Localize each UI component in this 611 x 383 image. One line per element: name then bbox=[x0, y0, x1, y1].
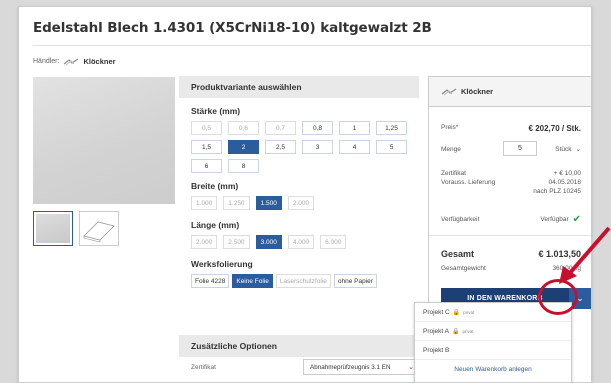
dealer-line: Händler: Klöckner bbox=[33, 57, 116, 66]
option-la-2[interactable]: 3.000 bbox=[255, 235, 282, 249]
option-st2-1[interactable]: 2 bbox=[228, 140, 259, 154]
delivery-label: Vorauss. Lieferung bbox=[441, 179, 496, 186]
availability-value: Verfügbar bbox=[540, 216, 569, 223]
thumbnail-drawing[interactable] bbox=[79, 211, 119, 246]
option-la-3[interactable]: 4.000 bbox=[287, 235, 315, 249]
lock-icon: 🔒 bbox=[452, 328, 460, 335]
option-br-0[interactable]: 1.000 bbox=[191, 196, 218, 210]
laenge-row: 2.000 2.500 3.000 4.000 6.000 bbox=[191, 235, 419, 249]
page-title: Edelstahl Blech 1.4301 (X5CrNi18-10) kal… bbox=[33, 20, 432, 36]
kloeckner-logo-icon bbox=[63, 58, 79, 66]
option-st1-2[interactable]: 0,7 bbox=[265, 121, 296, 135]
staerke-row-3: 68 bbox=[191, 159, 419, 173]
option-st1-3[interactable]: 0,8 bbox=[302, 121, 333, 135]
option-st2-3[interactable]: 3 bbox=[302, 140, 333, 154]
option-st3-1[interactable]: 8 bbox=[228, 159, 259, 173]
total-label: Gesamt bbox=[441, 249, 475, 259]
option-st1-5[interactable]: 1,25 bbox=[376, 121, 407, 135]
order-panel-header: Klöckner bbox=[429, 77, 591, 107]
cert-price: + € 10,00 bbox=[553, 170, 581, 177]
option-br-1[interactable]: 1.250 bbox=[223, 196, 250, 210]
extra-options: Zusätzliche Optionen bbox=[179, 335, 419, 357]
folierung-label: Werksfolierung bbox=[191, 259, 253, 269]
option-st2-0[interactable]: 1,5 bbox=[191, 140, 222, 154]
vendor-name: Klöckner bbox=[461, 87, 494, 96]
price-line: Preis* € 202,70 / Stk. bbox=[441, 124, 581, 133]
availability-label: Verfügbarkeit bbox=[441, 216, 480, 223]
unit-value: Stück bbox=[555, 146, 572, 153]
option-st1-0[interactable]: 0,5 bbox=[191, 121, 222, 135]
option-fo-3[interactable]: ohne Papier bbox=[333, 274, 377, 288]
product-image[interactable] bbox=[33, 77, 175, 204]
unit-select[interactable]: Stück ⌄ bbox=[555, 145, 581, 153]
annotation-arrow-icon bbox=[559, 226, 611, 284]
breite-row: 1.000 1.250 1.500 2.000 bbox=[191, 196, 419, 210]
price-label: Preis* bbox=[441, 124, 459, 131]
cart-dropdown-menu: Projekt C 🔒 privat Projekt A 🔒 privat Projek… bbox=[414, 302, 572, 383]
option-fo-1[interactable]: Keine Folie bbox=[232, 274, 273, 288]
delivery-labels: Zertifikat Vorauss. Lieferung bbox=[441, 169, 495, 187]
quantity-label: Menge bbox=[441, 146, 461, 153]
check-icon: ✔ bbox=[572, 214, 581, 225]
lock-icon: 🔒 bbox=[452, 309, 461, 316]
option-st1-1[interactable]: 0,6 bbox=[228, 121, 259, 135]
dealer-label: Händler: bbox=[33, 58, 60, 65]
cert-label: Zertifikat bbox=[441, 170, 466, 177]
option-la-4[interactable]: 6.000 bbox=[320, 235, 347, 249]
staerke-row-2: 1,5 2 2,5 3 4 5 bbox=[191, 140, 419, 154]
variant-header: Produktvariante auswählen bbox=[179, 76, 419, 98]
variant-panel: Produktvariante auswählen Stärke (mm) 0,… bbox=[179, 76, 419, 288]
option-la-0[interactable]: 2.000 bbox=[191, 235, 218, 249]
option-fo-0[interactable]: Folie 4228 bbox=[191, 274, 230, 288]
new-cart-link[interactable]: Neuen Warenkorb anlegen bbox=[415, 360, 571, 379]
delivery-plz: nach PLZ 10245 bbox=[533, 188, 581, 195]
option-fo-2[interactable]: Laserschutzfolie bbox=[275, 274, 331, 288]
extra-header: Zusätzliche Optionen bbox=[179, 335, 419, 357]
delivery-date: 04.05.2018 bbox=[548, 179, 581, 186]
folierung-row: Folie 4228 Keine Folie Laserschutzfolie ohn… bbox=[191, 274, 419, 288]
option-br-3[interactable]: 2.000 bbox=[287, 196, 315, 210]
staerke-label: Stärke (mm) bbox=[191, 106, 241, 116]
zertifikat-select[interactable]: Abnahmeprüfzeugnis 3.1 EN ⌄ bbox=[303, 359, 419, 375]
dropdown-item-projekt-a[interactable]: Projekt A 🔒 privat bbox=[415, 322, 571, 341]
dropdown-item-projekt-b[interactable]: Projekt B bbox=[415, 341, 571, 360]
dealer-name: Klöckner bbox=[83, 57, 116, 66]
zertifikat-value: Abnahmeprüfzeugnis 3.1 EN bbox=[310, 363, 391, 371]
staerke-row-1: 0,5 0,6 0,7 0,8 1 1,25 bbox=[191, 121, 419, 135]
price-value: € 202,70 / Stk. bbox=[528, 124, 581, 133]
breite-label: Breite (mm) bbox=[191, 181, 239, 191]
option-st1-4[interactable]: 1 bbox=[339, 121, 370, 135]
option-st2-2[interactable]: 2,5 bbox=[265, 140, 296, 154]
option-st2-4[interactable]: 4 bbox=[339, 140, 370, 154]
divider bbox=[33, 45, 591, 46]
delivery-values: + € 10,00 04.05.2018 nach PLZ 10245 bbox=[533, 169, 581, 196]
option-la-1[interactable]: 2.500 bbox=[223, 235, 250, 249]
kloeckner-logo-icon bbox=[441, 88, 457, 96]
availability-line: Verfügbarkeit Verfügbar ✔ bbox=[441, 214, 581, 225]
zertifikat-label: Zertifikat bbox=[191, 364, 216, 371]
laenge-label: Länge (mm) bbox=[191, 220, 240, 230]
chevron-down-icon: ⌄ bbox=[575, 146, 581, 153]
option-br-2[interactable]: 1.500 bbox=[255, 196, 282, 210]
thumbnail-photo[interactable] bbox=[33, 211, 73, 246]
option-st2-5[interactable]: 5 bbox=[376, 140, 407, 154]
weight-label: Gesamtgewicht bbox=[441, 265, 486, 272]
quantity-input[interactable]: 5 bbox=[503, 141, 537, 156]
option-st3-0[interactable]: 6 bbox=[191, 159, 222, 173]
